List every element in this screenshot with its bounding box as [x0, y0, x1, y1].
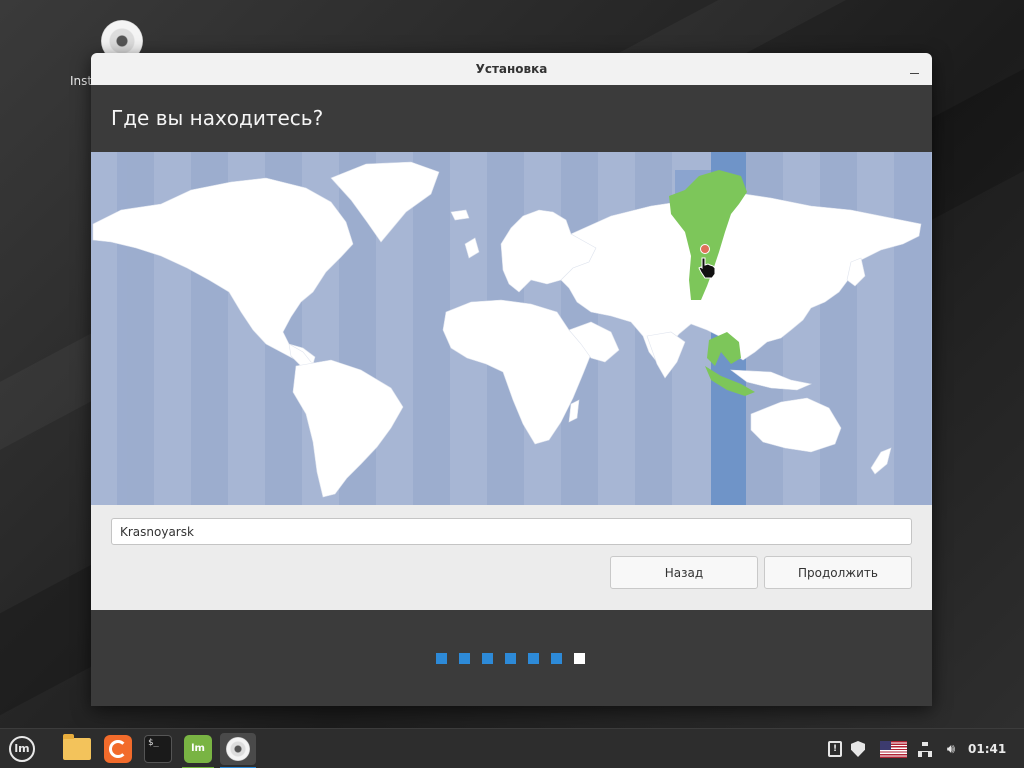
installer-taskbar-button[interactable] — [220, 733, 256, 768]
volume-icon: 🔊︎ — [946, 741, 956, 757]
titlebar[interactable]: Установка — [91, 53, 932, 85]
world-map-svg[interactable] — [91, 152, 932, 505]
progress-step — [505, 653, 516, 664]
notifications-icon: ! — [828, 741, 842, 757]
firefox-icon — [104, 735, 132, 763]
volume-tray-item[interactable]: 🔊︎ — [942, 739, 960, 759]
mintinstall-launcher[interactable]: lm — [182, 733, 214, 768]
continue-button[interactable]: Продолжить — [764, 556, 912, 589]
terminal-launcher[interactable]: $_ — [142, 733, 174, 765]
keyboard-layout-tray-item[interactable] — [880, 739, 907, 759]
progress-footer — [91, 610, 932, 706]
progress-steps — [436, 653, 585, 664]
mint-menu-icon: lm — [9, 736, 35, 762]
firefox-launcher[interactable] — [102, 733, 134, 765]
files-icon — [63, 734, 91, 760]
notifications-tray-item[interactable]: ! — [827, 739, 843, 759]
progress-step — [482, 653, 493, 664]
terminal-icon: $_ — [144, 735, 172, 763]
back-button[interactable]: Назад — [610, 556, 758, 589]
page-title: Где вы находитесь? — [111, 106, 324, 130]
window-title: Установка — [475, 62, 548, 76]
location-pin — [700, 244, 710, 254]
mint-menu-button[interactable]: lm — [6, 733, 38, 765]
mintinstall-icon: lm — [184, 735, 212, 763]
minimize-button[interactable] — [908, 53, 922, 85]
progress-step-current — [574, 653, 585, 664]
shield-icon — [851, 741, 865, 757]
progress-step — [551, 653, 562, 664]
progress-step — [459, 653, 470, 664]
taskbar: lm $_ lm ! 🔊︎ 01:41 — [0, 728, 1024, 768]
timezone-map[interactable] — [91, 152, 932, 505]
installer-icon — [226, 737, 250, 761]
update-manager-tray-item[interactable] — [850, 739, 866, 759]
progress-step — [436, 653, 447, 664]
progress-step — [528, 653, 539, 664]
page-header: Где вы находитесь? — [91, 85, 932, 152]
clock[interactable]: 01:41 — [968, 729, 1006, 768]
network-tray-item[interactable] — [916, 739, 934, 759]
network-icon — [918, 742, 932, 757]
location-input[interactable] — [111, 518, 912, 545]
location-panel: Назад Продолжить — [91, 505, 932, 610]
files-launcher[interactable] — [61, 733, 93, 765]
installer-window: Установка Где вы находитесь? Krasnoyarsk… — [91, 53, 932, 706]
us-flag-icon — [880, 740, 907, 758]
